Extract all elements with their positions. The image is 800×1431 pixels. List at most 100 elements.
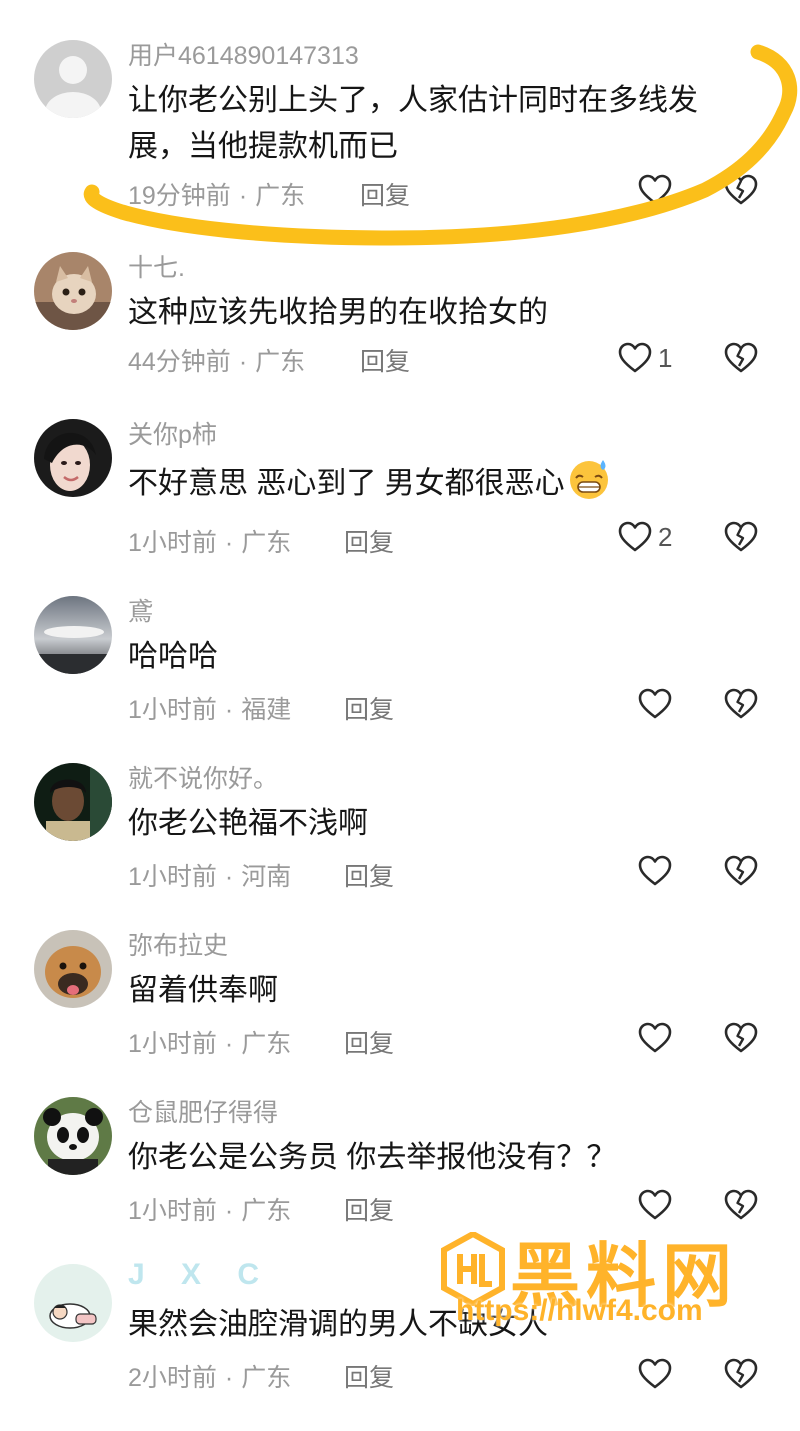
comment-username[interactable]: 鳶 <box>128 592 153 628</box>
avatar[interactable] <box>34 1264 112 1342</box>
broken-heart-icon <box>724 174 758 205</box>
comment-username[interactable]: 用户4614890147313 <box>128 36 359 72</box>
heart-icon <box>618 521 652 552</box>
reply-button[interactable]: 回复 <box>344 523 394 559</box>
comment-region: 广东 <box>241 1197 292 1225</box>
meta-separator: · <box>224 1030 234 1058</box>
meta-separator: · <box>238 348 248 376</box>
comment-username[interactable]: 十七. <box>128 248 185 284</box>
comment-item: 鳶 哈哈哈 1小时前 · 福建 回复 <box>0 596 800 763</box>
comment-username[interactable]: 弥布拉史 <box>128 926 228 962</box>
avatar[interactable] <box>34 596 112 674</box>
avatar[interactable] <box>34 1097 112 1175</box>
reply-button[interactable]: 回复 <box>344 857 394 893</box>
like-button[interactable] <box>638 688 678 720</box>
comment-text: 这种应该先收拾男的在收拾女的 <box>128 296 548 329</box>
comment-time: 19分钟前 <box>128 182 231 210</box>
comment-region: 河南 <box>241 863 292 891</box>
comment-meta: 1小时前 · 福建 <box>128 690 291 726</box>
broken-heart-icon <box>724 342 758 373</box>
comment-meta: 1小时前 · 河南 <box>128 857 291 893</box>
comment-text: 你老公艳福不浅啊 <box>128 807 368 840</box>
comment-meta: 19分钟前 · 广东 <box>128 176 305 212</box>
comment-text: 留着供奉啊 <box>128 974 278 1007</box>
broken-heart-icon <box>724 855 758 886</box>
comment-text: 让你老公别上头了，人家估计同时在多线发展，当他提款机而已 <box>128 84 698 163</box>
comment-time: 1小时前 <box>128 696 217 724</box>
meta-separator: · <box>224 696 234 724</box>
comment-time: 1小时前 <box>128 1197 217 1225</box>
comment-meta: 2小时前 · 广东 <box>128 1358 291 1394</box>
comment-username[interactable]: 就不说你好。 <box>128 759 278 795</box>
like-button[interactable] <box>638 855 678 887</box>
like-button[interactable] <box>638 1189 678 1221</box>
avatar[interactable] <box>34 252 112 330</box>
like-button[interactable] <box>638 1358 678 1390</box>
broken-heart-icon <box>724 521 758 552</box>
watermark: 黑料网 https://hlwf4.com <box>432 1226 772 1346</box>
dislike-button[interactable] <box>724 521 758 558</box>
like-button[interactable] <box>638 174 678 206</box>
comment-region: 广东 <box>255 182 306 210</box>
broken-heart-icon <box>724 688 758 719</box>
heart-icon <box>638 1358 672 1389</box>
comment-text: 不好意思 恶心到了 男女都很恶心 <box>128 457 738 507</box>
dislike-button[interactable] <box>724 174 758 211</box>
reply-button[interactable]: 回复 <box>344 690 394 726</box>
comment-username[interactable]: 仓鼠肥仔得得 <box>128 1093 278 1129</box>
comment-time: 44分钟前 <box>128 348 231 376</box>
dislike-button[interactable] <box>724 855 758 892</box>
comment-region: 广东 <box>241 1030 292 1058</box>
like-count: 2 <box>658 521 673 552</box>
reply-button[interactable]: 回复 <box>360 176 410 212</box>
watermark-url: https://hlwf4.com <box>456 1294 703 1327</box>
dislike-button[interactable] <box>724 1022 758 1059</box>
comment-region: 广东 <box>255 348 306 376</box>
meta-separator: · <box>224 863 234 891</box>
avatar[interactable] <box>34 40 112 118</box>
comment-meta: 1小时前 · 广东 <box>128 523 291 559</box>
meta-separator: · <box>224 1364 234 1392</box>
reply-button[interactable]: 回复 <box>344 1191 394 1227</box>
like-button[interactable]: 1 <box>618 342 672 374</box>
avatar[interactable] <box>34 763 112 841</box>
comment-item: 十七. 这种应该先收拾男的在收拾女的 44分钟前 · 广东 回复 1 <box>0 252 800 419</box>
comment-time: 1小时前 <box>128 529 217 557</box>
like-button[interactable]: 2 <box>618 521 672 553</box>
heart-icon <box>638 174 672 205</box>
broken-heart-icon <box>724 1358 758 1389</box>
comment-text-content: 不好意思 恶心到了 男女都很恶心 <box>128 467 565 500</box>
like-button[interactable] <box>638 1022 678 1054</box>
broken-heart-icon <box>724 1189 758 1220</box>
comment-item: 关你p柿 不好意思 恶心到了 男女都很恶心 1小时前 · 广东 回复 2 <box>0 419 800 586</box>
comment-item: 弥布拉史 留着供奉啊 1小时前 · 广东 回复 <box>0 930 800 1097</box>
meta-separator: · <box>224 529 234 557</box>
comment-meta: 1小时前 · 广东 <box>128 1191 291 1227</box>
comment-meta: 1小时前 · 广东 <box>128 1024 291 1060</box>
comment-region: 福建 <box>241 696 292 724</box>
avatar[interactable] <box>34 419 112 497</box>
avatar[interactable] <box>34 930 112 1008</box>
dislike-button[interactable] <box>724 688 758 725</box>
comment-item: 用户4614890147313 让你老公别上头了，人家估计同时在多线发展，当他提… <box>0 40 800 210</box>
heart-icon <box>638 1022 672 1053</box>
comment-time: 2小时前 <box>128 1364 217 1392</box>
comment-text: 你老公是公务员 你去举报他没有？？ <box>128 1141 617 1174</box>
reply-button[interactable]: 回复 <box>344 1358 394 1394</box>
reply-button[interactable]: 回复 <box>360 342 410 378</box>
dislike-button[interactable] <box>724 342 758 379</box>
comment-time: 1小时前 <box>128 863 217 891</box>
reply-button[interactable]: 回复 <box>344 1024 394 1060</box>
comment-meta: 44分钟前 · 广东 <box>128 342 305 378</box>
like-count: 1 <box>658 342 673 373</box>
comment-region: 广东 <box>241 1364 292 1392</box>
comment-username[interactable]: 关你p柿 <box>128 415 217 451</box>
dislike-button[interactable] <box>724 1358 758 1395</box>
heart-icon <box>638 688 672 719</box>
heart-icon <box>618 342 652 373</box>
comment-region: 广东 <box>241 529 292 557</box>
heart-icon <box>638 855 672 886</box>
meta-separator: · <box>224 1197 234 1225</box>
comment-username[interactable]: J X C <box>128 1258 273 1292</box>
grinning-sweat-emoji-icon <box>569 460 608 499</box>
